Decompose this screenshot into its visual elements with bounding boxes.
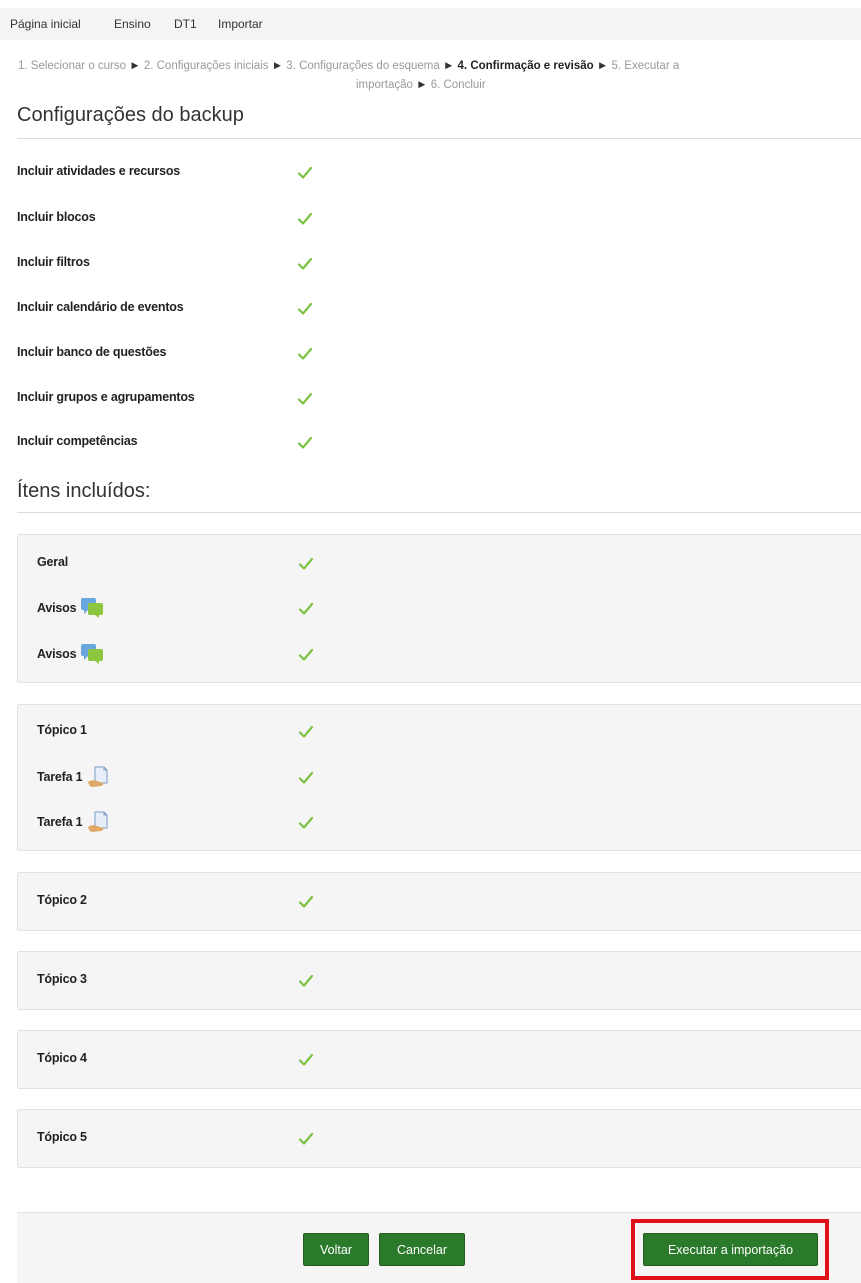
check-icon (297, 435, 313, 451)
check-icon (298, 647, 314, 663)
check-icon (298, 815, 314, 831)
breadcrumb-home-link[interactable]: Página inicial (10, 17, 81, 31)
setting-question-bank-label: Incluir banco de questões (17, 345, 167, 359)
setting-competencies-label: Incluir competências (17, 434, 138, 448)
back-button[interactable]: Voltar (303, 1233, 369, 1266)
assignment-icon (86, 766, 110, 788)
progress-separator: ► (442, 60, 455, 72)
progress-step-5-cont: importação (356, 79, 413, 91)
backup-settings-heading: Configurações do backup (17, 104, 244, 126)
item-label-text: Tarefa 1 (37, 815, 83, 829)
import-progress-line-1: 1. Selecionar o curso ► 2. Configurações… (18, 60, 861, 72)
import-progress-line-2: importação ► 6. Concluir (356, 79, 861, 91)
setting-filters-label: Incluir filtros (17, 255, 90, 269)
item-label-text: Avisos (37, 647, 77, 661)
item-label-text: Tarefa 1 (37, 770, 83, 784)
progress-separator: ► (129, 60, 141, 72)
check-icon (298, 1052, 314, 1068)
highlight-box (631, 1219, 829, 1280)
section-box-topico-1: Tópico 1 Tarefa 1 Tarefa 1 (17, 704, 861, 851)
activity-avisos-2: Avisos (37, 643, 104, 665)
setting-activities-label: Incluir atividades e recursos (17, 164, 181, 178)
item-label-text: Tópico 3 (37, 972, 87, 986)
section-topico-4-label: Tópico 4 (37, 1051, 87, 1065)
check-icon (298, 973, 314, 989)
cancel-button[interactable]: Cancelar (379, 1233, 465, 1266)
section-geral-label: Geral (37, 555, 68, 569)
forum-icon (80, 643, 104, 665)
section-box-geral: Geral Avisos Avisos (17, 534, 861, 683)
section-box-topico-4: Tópico 4 (17, 1030, 861, 1089)
progress-separator: ► (271, 60, 284, 72)
check-icon (297, 391, 313, 407)
divider (17, 138, 861, 139)
check-icon (298, 556, 314, 572)
assignment-icon (86, 811, 110, 833)
section-box-topico-3: Tópico 3 (17, 951, 861, 1010)
check-icon (297, 211, 313, 227)
progress-separator: ► (416, 79, 428, 91)
check-icon (298, 724, 314, 740)
check-icon (297, 256, 313, 272)
setting-groups-label: Incluir grupos e agrupamentos (17, 390, 195, 404)
progress-step-5: 5. Executar a (611, 60, 680, 72)
activity-avisos-1: Avisos (37, 597, 104, 619)
progress-separator: ► (596, 60, 609, 72)
setting-calendar-label: Incluir calendário de eventos (17, 300, 184, 314)
breadcrumb-dt1-link[interactable]: DT1 (174, 17, 197, 31)
progress-step-4-current: 4. Confirmação e revisão (457, 60, 594, 72)
section-topico-5-label: Tópico 5 (37, 1130, 87, 1144)
section-topico-3-label: Tópico 3 (37, 972, 87, 986)
check-icon (297, 165, 313, 181)
section-box-topico-2: Tópico 2 (17, 872, 861, 931)
item-label-text: Avisos (37, 601, 77, 615)
check-icon (297, 346, 313, 362)
breadcrumb-ensino-link[interactable]: Ensino (114, 17, 151, 31)
check-icon (298, 1131, 314, 1147)
breadcrumb-importar-link[interactable]: Importar (218, 17, 263, 31)
check-icon (298, 601, 314, 617)
check-icon (298, 770, 314, 786)
check-icon (298, 894, 314, 910)
navbar-breadcrumb: Página inicial Ensino DT1 Importar (0, 8, 861, 40)
setting-blocks-label: Incluir blocos (17, 210, 96, 224)
section-topico-2-label: Tópico 2 (37, 893, 87, 907)
progress-step-3: 3. Configurações do esquema (286, 60, 440, 72)
progress-step-6: 6. Concluir (430, 79, 486, 91)
item-label-text: Tópico 5 (37, 1130, 87, 1144)
item-label-text: Geral (37, 555, 68, 569)
progress-step-2: 2. Configurações iniciais (143, 60, 269, 72)
item-label-text: Tópico 2 (37, 893, 87, 907)
included-items-heading: Ítens incluídos: (17, 480, 151, 502)
check-icon (297, 301, 313, 317)
item-label-text: Tópico 4 (37, 1051, 87, 1065)
section-box-topico-5: Tópico 5 (17, 1109, 861, 1168)
activity-tarefa-1b: Tarefa 1 (37, 811, 110, 833)
progress-step-1: 1. Selecionar o curso (18, 60, 127, 72)
activity-tarefa-1a: Tarefa 1 (37, 766, 110, 788)
item-label-text: Tópico 1 (37, 723, 87, 737)
forum-icon (80, 597, 104, 619)
divider (17, 512, 861, 513)
section-topico-1-label: Tópico 1 (37, 723, 87, 737)
